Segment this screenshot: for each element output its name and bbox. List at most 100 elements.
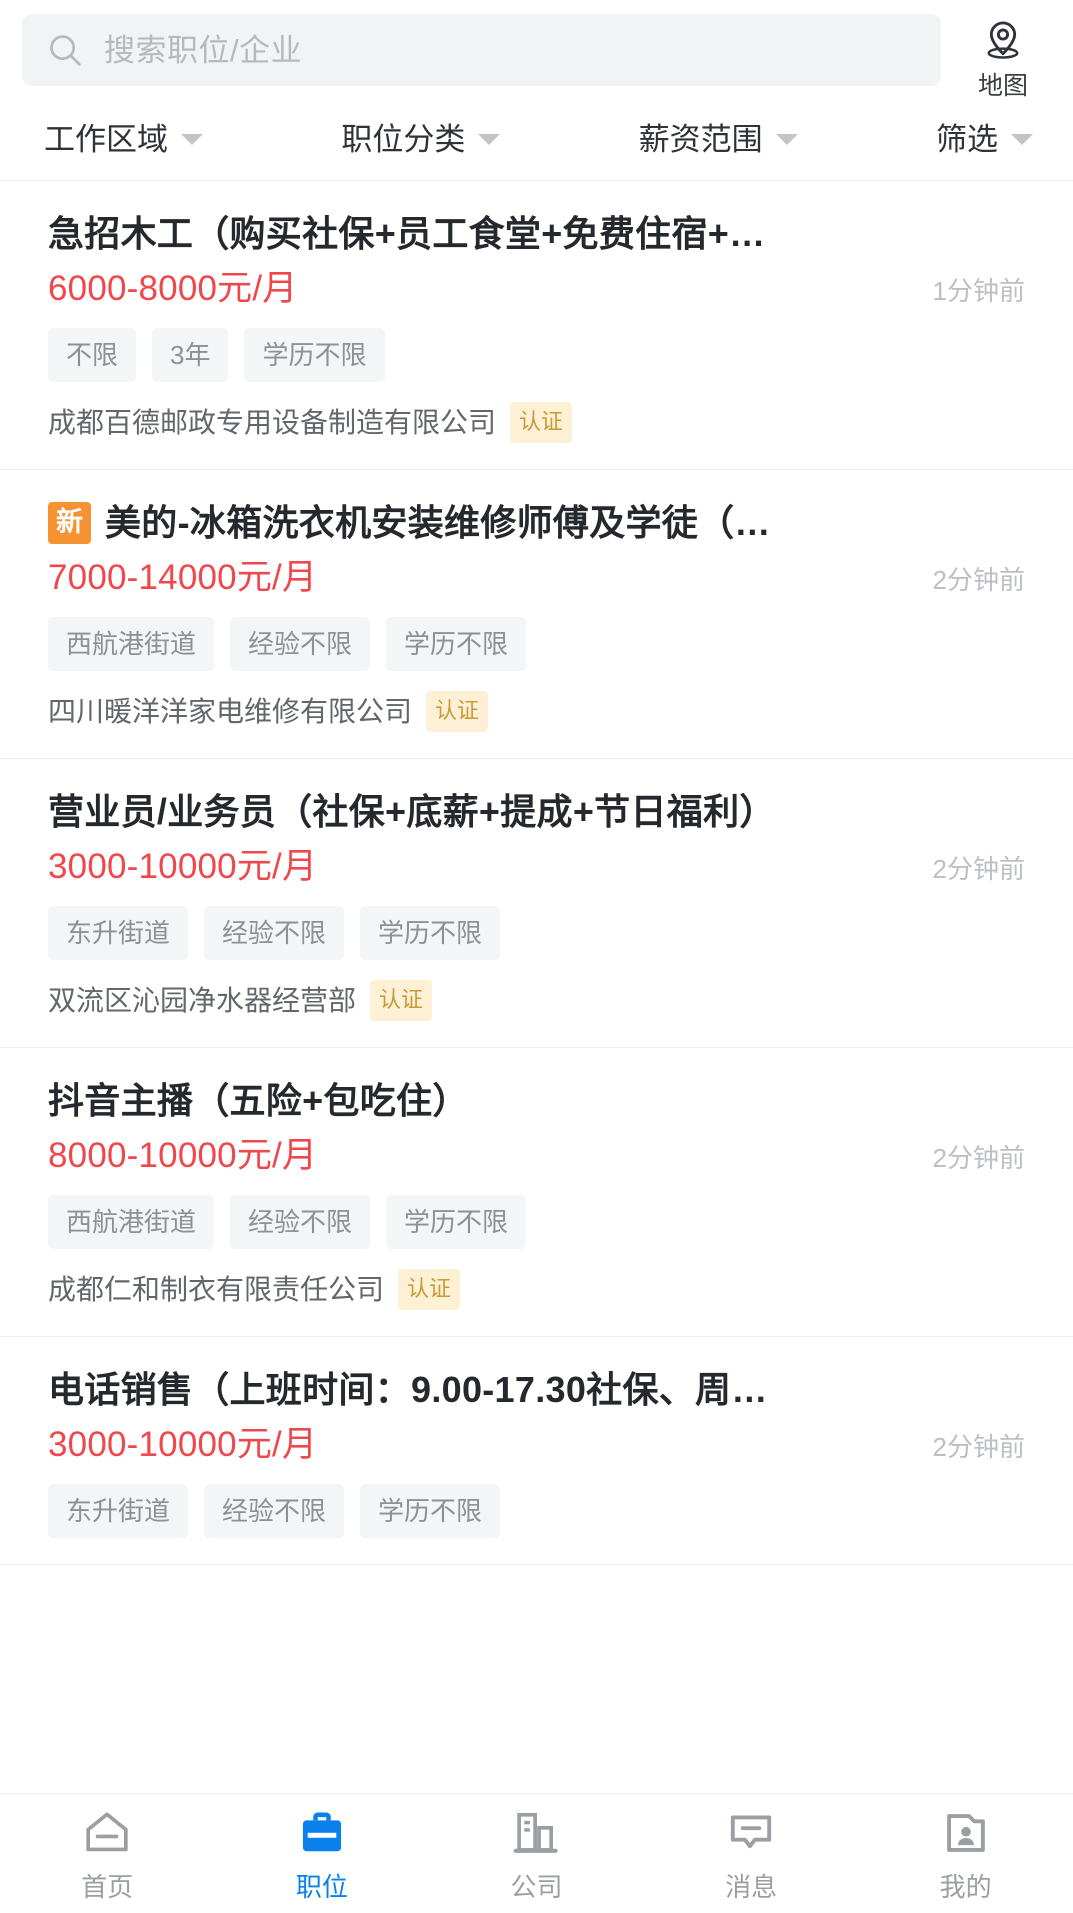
company-name: 成都仁和制衣有限责任公司 xyxy=(48,1273,385,1305)
filter-label: 职位分类 xyxy=(341,122,466,157)
salary-row: 8000-10000元/月 2分钟前 xyxy=(48,1135,1025,1177)
header: 搜索职位/企业 地图 xyxy=(0,0,1073,99)
verified-badge: 认证 xyxy=(426,691,489,732)
job-title: 营业员/业务员（社保+底薪+提成+节日福利） xyxy=(48,791,776,832)
job-title-row: 电话销售（上班时间：9.00-17.30社保、周… xyxy=(48,1367,1025,1412)
job-tags: 东升街道 经验不限 学历不限 xyxy=(48,906,1025,960)
company-name: 成都百德邮政专用设备制造有限公司 xyxy=(48,406,497,438)
chevron-down-icon xyxy=(775,134,798,145)
job-posted-time: 2分钟前 xyxy=(932,854,1025,884)
filter-label: 工作区域 xyxy=(44,122,168,157)
filter-bar: 工作区域 职位分类 薪资范围 筛选 xyxy=(0,99,1073,181)
map-button-label: 地图 xyxy=(977,72,1028,100)
filter-job-category[interactable]: 职位分类 xyxy=(341,124,638,155)
job-title: 美的-冰箱洗衣机安装维修师傅及学徒（… xyxy=(105,502,771,543)
job-posted-time: 2分钟前 xyxy=(932,1432,1025,1462)
salary-row: 3000-10000元/月 2分钟前 xyxy=(48,846,1025,888)
job-tag: 东升街道 xyxy=(48,1484,189,1538)
company-row[interactable]: 四川暖洋洋家电维修有限公司 认证 xyxy=(48,691,1025,732)
company-name: 四川暖洋洋家电维修有限公司 xyxy=(48,695,413,727)
job-title-row: 营业员/业务员（社保+底薪+提成+节日福利） xyxy=(48,789,1025,834)
job-salary: 8000-10000元/月 xyxy=(48,1136,318,1175)
profile-icon xyxy=(940,1807,992,1864)
job-tag: 西航港街道 xyxy=(48,1195,215,1249)
tab-jobs[interactable]: 职位 xyxy=(215,1794,430,1913)
company-name: 双流区沁园净水器经营部 xyxy=(48,984,357,1016)
job-title-row: 新 美的-冰箱洗衣机安装维修师傅及学徒（… xyxy=(48,500,1025,545)
job-tags: 不限 3年 学历不限 xyxy=(48,328,1025,382)
job-tag: 经验不限 xyxy=(204,906,345,960)
job-posted-time: 1分钟前 xyxy=(932,276,1025,306)
job-tag: 学历不限 xyxy=(244,328,385,382)
job-salary: 7000-14000元/月 xyxy=(48,558,318,597)
job-card[interactable]: 电话销售（上班时间：9.00-17.30社保、周… 3000-10000元/月 … xyxy=(0,1337,1073,1565)
salary-row: 6000-8000元/月 1分钟前 xyxy=(48,268,1025,310)
job-card[interactable]: 抖音主播（五险+包吃住） 8000-10000元/月 2分钟前 西航港街道 经验… xyxy=(0,1048,1073,1337)
tab-profile[interactable]: 我的 xyxy=(858,1794,1073,1913)
job-tags: 西航港街道 经验不限 学历不限 xyxy=(48,617,1025,671)
job-salary: 3000-10000元/月 xyxy=(48,1425,318,1464)
salary-row: 7000-14000元/月 2分钟前 xyxy=(48,557,1025,599)
salary-row: 3000-10000元/月 2分钟前 xyxy=(48,1424,1025,1466)
job-list[interactable]: 急招木工（购买社保+员工食堂+免费住宿+… 6000-8000元/月 1分钟前 … xyxy=(0,181,1073,1913)
bottom-tab-bar: 首页 职位 公司 消息 我的 xyxy=(0,1793,1073,1913)
job-tag: 3年 xyxy=(152,328,229,382)
search-input-placeholder[interactable]: 搜索职位/企业 xyxy=(104,35,302,66)
job-tag: 经验不限 xyxy=(204,1484,345,1538)
job-tags: 西航港街道 经验不限 学历不限 xyxy=(48,1195,1025,1249)
job-tag: 西航港街道 xyxy=(48,617,215,671)
verified-badge: 认证 xyxy=(370,980,433,1021)
job-title: 抖音主播（五险+包吃住） xyxy=(48,1080,469,1121)
job-tag: 学历不限 xyxy=(360,906,501,960)
home-icon xyxy=(81,1807,133,1864)
job-salary: 3000-10000元/月 xyxy=(48,847,318,886)
search-icon xyxy=(46,31,84,69)
job-tag: 学历不限 xyxy=(386,1195,527,1249)
new-badge: 新 xyxy=(48,501,91,544)
job-title: 电话销售（上班时间：9.00-17.30社保、周… xyxy=(48,1369,768,1410)
building-icon xyxy=(510,1807,562,1864)
map-button[interactable]: 地图 xyxy=(955,14,1051,99)
filter-label: 薪资范围 xyxy=(638,122,763,157)
chevron-down-icon xyxy=(181,134,203,145)
filter-salary-range[interactable]: 薪资范围 xyxy=(639,124,936,155)
tab-label: 公司 xyxy=(510,1872,563,1902)
job-posted-time: 2分钟前 xyxy=(932,565,1025,595)
job-tags: 东升街道 经验不限 学历不限 xyxy=(48,1484,1025,1538)
job-tag: 学历不限 xyxy=(386,617,527,671)
briefcase-icon xyxy=(296,1807,348,1864)
company-row[interactable]: 成都百德邮政专用设备制造有限公司 认证 xyxy=(48,402,1025,443)
verified-badge: 认证 xyxy=(398,1269,461,1310)
chevron-down-icon xyxy=(478,134,501,145)
tab-label: 消息 xyxy=(725,1872,778,1902)
job-card[interactable]: 急招木工（购买社保+员工食堂+免费住宿+… 6000-8000元/月 1分钟前 … xyxy=(0,181,1073,470)
map-pin-icon xyxy=(980,18,1026,69)
job-title-row: 急招木工（购买社保+员工食堂+免费住宿+… xyxy=(48,211,1025,256)
tab-label: 我的 xyxy=(939,1872,992,1902)
job-tag: 经验不限 xyxy=(230,1195,371,1249)
tab-label: 首页 xyxy=(81,1872,134,1902)
company-row[interactable]: 双流区沁园净水器经营部 认证 xyxy=(48,980,1025,1021)
tab-label: 职位 xyxy=(295,1872,348,1902)
tab-home[interactable]: 首页 xyxy=(0,1794,215,1913)
job-title-row: 抖音主播（五险+包吃住） xyxy=(48,1078,1025,1123)
job-card[interactable]: 新 美的-冰箱洗衣机安装维修师傅及学徒（… 7000-14000元/月 2分钟前… xyxy=(0,470,1073,759)
company-row[interactable]: 成都仁和制衣有限责任公司 认证 xyxy=(48,1269,1025,1310)
filter-work-area[interactable]: 工作区域 xyxy=(44,124,341,155)
chevron-down-icon xyxy=(1010,134,1033,145)
tab-messages[interactable]: 消息 xyxy=(644,1794,859,1913)
job-list-screen: 搜索职位/企业 地图 工作区域 职位分类 薪资范围 筛选 急招木工（购买社保+员… xyxy=(0,0,1073,1913)
job-posted-time: 2分钟前 xyxy=(932,1143,1025,1173)
tab-companies[interactable]: 公司 xyxy=(429,1794,644,1913)
job-tag: 不限 xyxy=(48,328,137,382)
job-card[interactable]: 营业员/业务员（社保+底薪+提成+节日福利） 3000-10000元/月 2分钟… xyxy=(0,759,1073,1048)
job-tag: 经验不限 xyxy=(230,617,371,671)
verified-badge: 认证 xyxy=(510,402,573,443)
job-salary: 6000-8000元/月 xyxy=(48,269,298,308)
filter-more[interactable]: 筛选 xyxy=(936,124,1033,155)
job-title: 急招木工（购买社保+员工食堂+免费住宿+… xyxy=(48,213,766,254)
message-icon xyxy=(725,1807,777,1864)
job-tag: 东升街道 xyxy=(48,906,189,960)
search-bar[interactable]: 搜索职位/企业 xyxy=(22,14,941,86)
job-tag: 学历不限 xyxy=(360,1484,501,1538)
